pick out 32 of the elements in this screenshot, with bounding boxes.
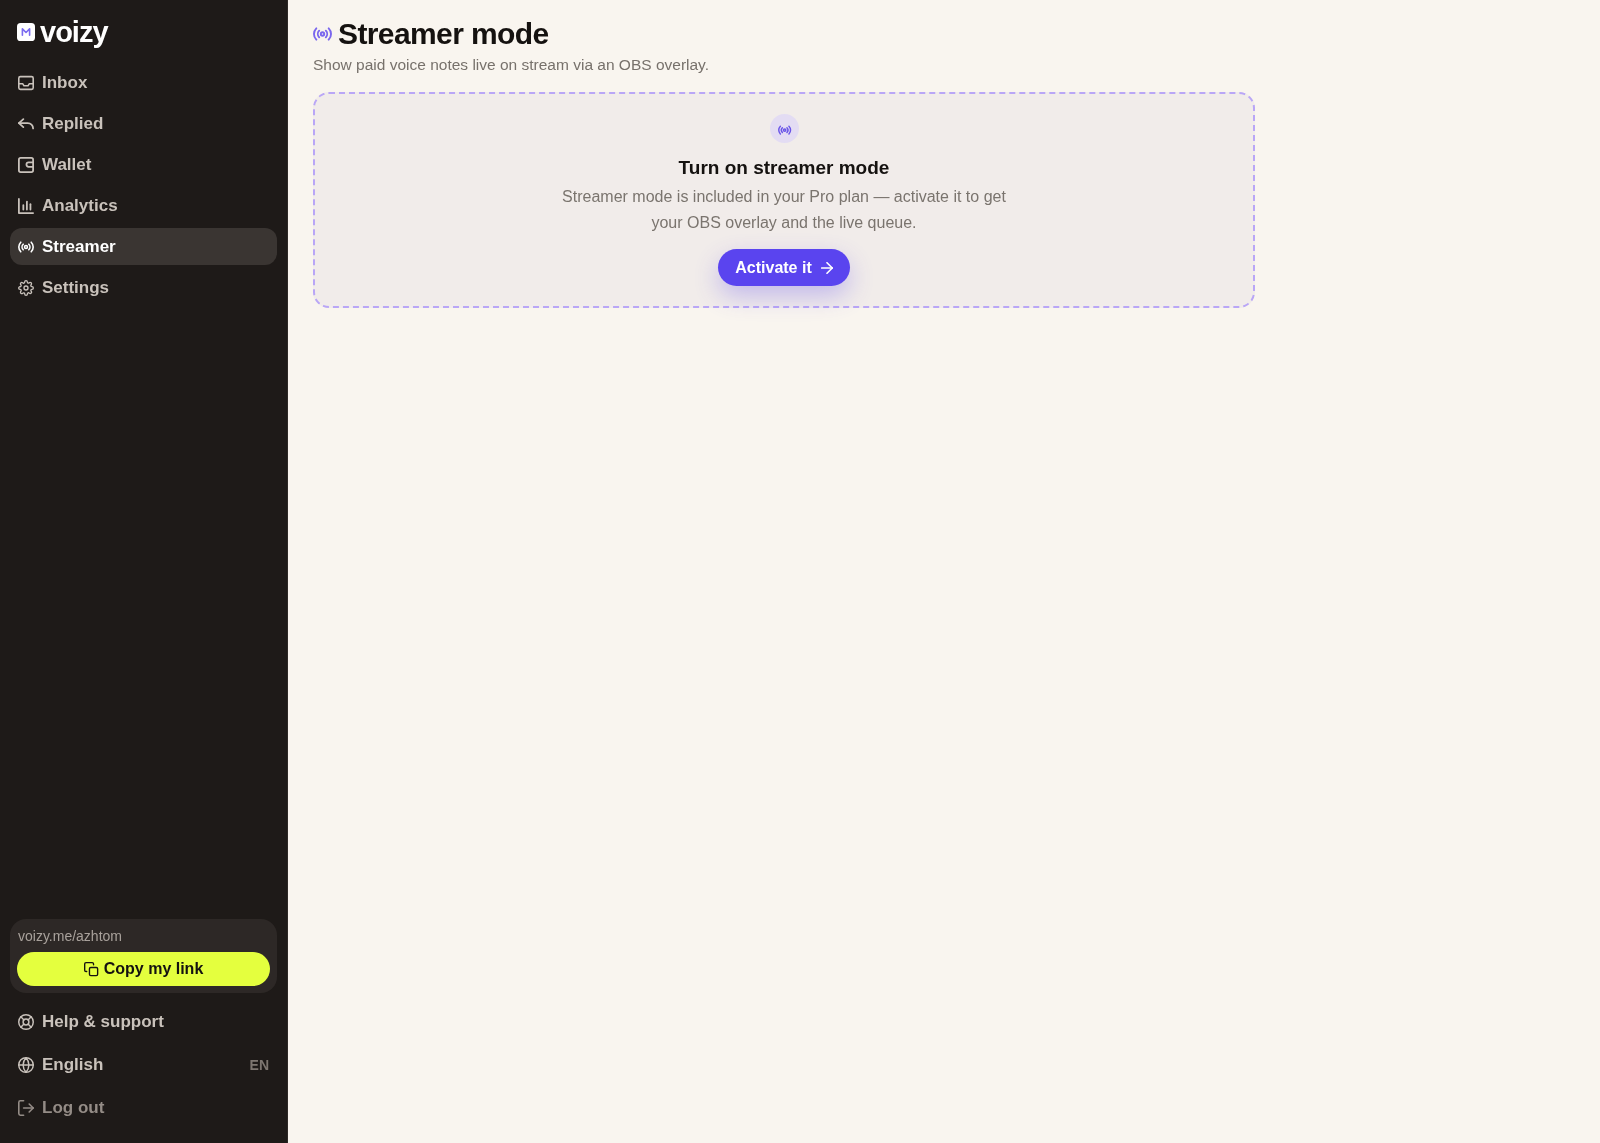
reply-arrow-icon [18, 115, 34, 132]
globe-icon [18, 1056, 34, 1073]
page-title: Streamer mode [338, 17, 549, 51]
wallet-icon [18, 156, 34, 173]
activate-button[interactable]: Activate it [718, 249, 850, 286]
broadcast-icon [313, 27, 332, 41]
logout-icon [18, 1099, 34, 1116]
copy-icon [83, 961, 99, 977]
sidebar-footer-item[interactable]: English EN [10, 1046, 277, 1083]
arrow-right-icon [820, 261, 833, 274]
sidebar-footer-item[interactable]: Log out [10, 1089, 277, 1126]
card-description: Streamer mode is included in your Pro plan — activate it to get your OBS overlay and the live queue. [561, 187, 1007, 233]
brand-name: voizy [40, 18, 108, 46]
nav-item[interactable]: Analytics [10, 187, 277, 224]
nav-item[interactable]: Replied [10, 105, 277, 142]
language-code: EN [249, 1056, 269, 1073]
lifebuoy-icon [18, 1013, 34, 1030]
nav-item[interactable]: Wallet [10, 146, 277, 183]
nav-item[interactable]: Streamer [10, 228, 277, 265]
nav-item[interactable]: Inbox [10, 64, 277, 101]
nav-item[interactable]: Settings [10, 269, 277, 306]
settings-icon [18, 279, 34, 296]
card-title: Turn on streamer mode [678, 156, 890, 180]
page-subtitle: Show paid voice notes live on stream via an OBS overlay. [313, 55, 710, 75]
inbox-icon [18, 74, 34, 91]
copy-link-button[interactable]: Copy my link [17, 952, 270, 986]
bar-chart-icon [18, 197, 34, 214]
profile-url-text: voizy.me/azhtom [17, 927, 122, 945]
broadcast-icon [769, 114, 799, 143]
broadcast-icon [18, 238, 34, 255]
sidebar-footer-item[interactable]: Help & support [10, 1003, 277, 1040]
logo-icon [17, 23, 35, 41]
